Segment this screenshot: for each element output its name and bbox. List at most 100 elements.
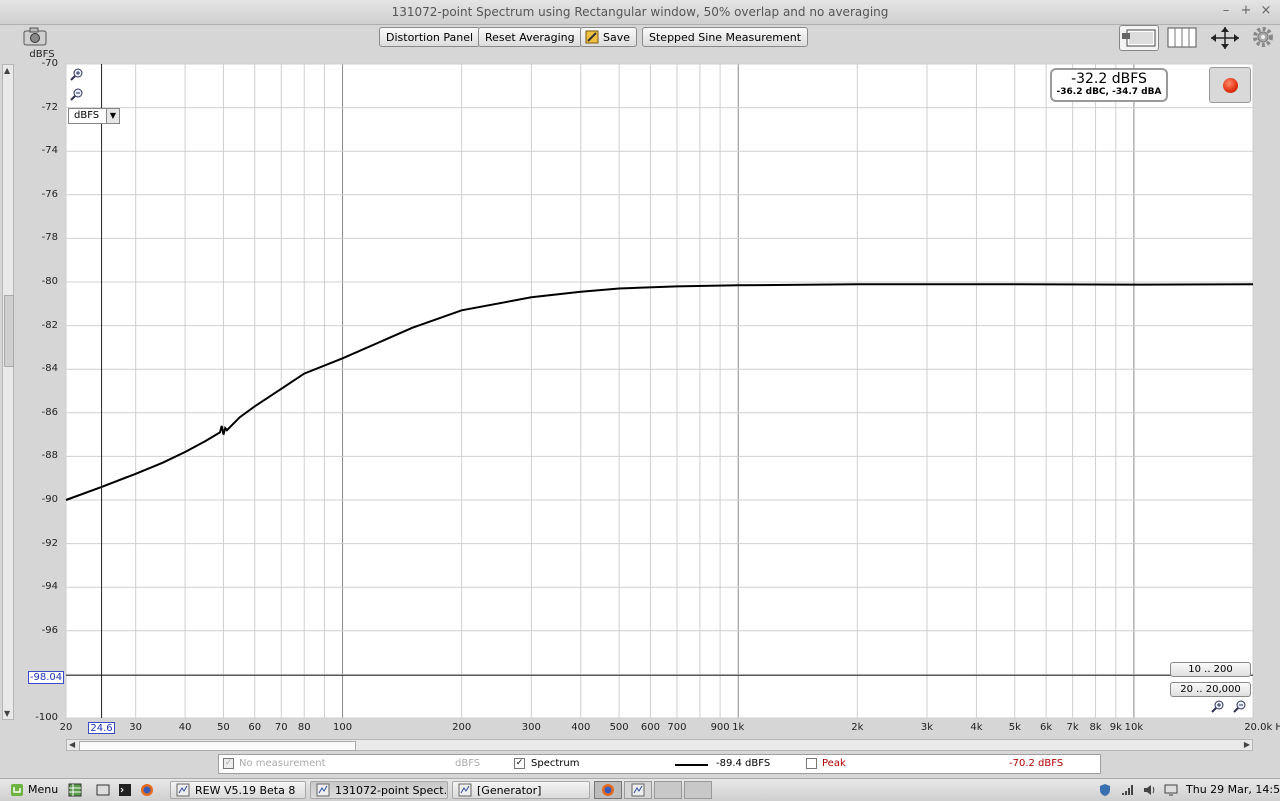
record-icon	[1223, 78, 1238, 93]
x-tick-label: 10k	[1124, 722, 1144, 733]
x-tick-label: 8k	[1089, 722, 1102, 733]
x-tick-label: 20.0k Hz	[1244, 722, 1280, 733]
firefox-icon[interactable]	[140, 783, 154, 797]
spectrum-checkbox[interactable]: ✓	[514, 758, 525, 769]
zoom-in-x-icon[interactable]	[1211, 700, 1225, 717]
record-button[interactable]	[1209, 67, 1251, 103]
x-tick-label: 9k	[1109, 722, 1122, 733]
start-menu-button[interactable]: Menu	[4, 781, 66, 799]
y-tick-label: -74	[41, 145, 58, 157]
x-tick-label: 40	[178, 722, 192, 733]
save-button[interactable]: Save	[580, 27, 638, 47]
workspace-2[interactable]	[624, 781, 652, 799]
zoom-out-y-icon[interactable]	[70, 88, 84, 105]
show-desktop-icon[interactable]	[96, 783, 110, 797]
save-icon	[585, 30, 599, 44]
zoom-in-y-icon[interactable]	[70, 68, 84, 85]
level-readout-value: -32.2 dBFS	[1071, 71, 1147, 87]
scroll-left-icon[interactable]: ◀	[69, 740, 75, 749]
x-tick-label: 2k	[851, 722, 864, 733]
display-icon[interactable]	[1164, 783, 1178, 797]
columns-icon[interactable]	[1166, 25, 1198, 51]
horizontal-scrollbar[interactable]: ◀ ▶	[66, 739, 1253, 751]
distortion-panel-button[interactable]: Distortion Panel	[379, 27, 481, 47]
taskbar-task-spectrum[interactable]: 131072-point Spect...	[310, 781, 448, 799]
y-tick-label: -84	[41, 363, 58, 375]
spectrum-value: -89.4 dBFS	[716, 758, 771, 769]
horizontal-scroll-thumb[interactable]	[79, 741, 356, 751]
firefox-icon	[602, 784, 614, 796]
peak-checkbox[interactable]	[806, 758, 817, 769]
toolbar: Distortion Panel Reset Averaging Save St…	[0, 25, 1280, 55]
rew-app-icon	[316, 783, 330, 797]
rew-app-icon	[631, 783, 645, 797]
unit-select-value: dBFS	[74, 110, 100, 121]
x-tick-label: 300	[521, 722, 541, 733]
taskbar-task-rew[interactable]: REW V5.19 Beta 8	[170, 781, 306, 799]
zoom-out-x-icon[interactable]	[1233, 700, 1247, 717]
taskbar-task-rew-label: REW V5.19 Beta 8	[195, 784, 296, 797]
range-10-200-button[interactable]: 10 .. 200	[1170, 662, 1251, 677]
x-tick-label: 100	[333, 722, 353, 733]
stepped-sine-button[interactable]: Stepped Sine Measurement	[642, 27, 809, 47]
terminal-icon[interactable]	[118, 783, 132, 797]
y-tick-label: -100	[35, 712, 58, 723]
network-signal-icon[interactable]	[1120, 783, 1134, 797]
workspace-3[interactable]	[654, 781, 682, 799]
range-20-20000-button[interactable]: 20 .. 20,000	[1170, 682, 1251, 697]
x-tick-label: 3k	[920, 722, 934, 733]
camera-icon[interactable]	[22, 25, 48, 51]
workspace-1[interactable]	[594, 781, 622, 799]
title-bar: 131072-point Spectrum using Rectangular …	[0, 0, 1280, 25]
maximize-button[interactable]: +	[1238, 3, 1254, 19]
x-tick-label: 700	[667, 722, 687, 733]
rew-app-icon	[176, 783, 190, 797]
clock: Thu 29 Mar, 14:53	[1186, 783, 1280, 796]
y-tick-label: -82	[41, 319, 58, 331]
y-tick-label: -78	[41, 232, 58, 244]
no-measurement-checkbox[interactable]: ✓	[223, 758, 234, 769]
window-title: 131072-point Spectrum using Rectangular …	[391, 5, 889, 19]
y-axis-unit: dBFS	[29, 49, 55, 60]
y-tick-label: -86	[41, 406, 58, 418]
chevron-down-icon[interactable]: ▼	[106, 109, 119, 123]
x-tick-label: 80	[297, 722, 311, 733]
y-tick-label: -76	[41, 188, 58, 200]
x-tick-label: 5k	[1008, 722, 1021, 733]
save-label: Save	[603, 31, 631, 44]
x-tick-label: 30	[129, 722, 143, 733]
scroll-right-icon[interactable]: ▶	[1244, 740, 1250, 749]
volume-icon[interactable]	[1142, 783, 1156, 797]
minimize-button[interactable]: –	[1218, 3, 1234, 19]
taskbar-task-generator[interactable]: [Generator]	[452, 781, 590, 799]
shield-icon[interactable]	[1098, 783, 1112, 797]
reset-averaging-button[interactable]: Reset Averaging	[478, 27, 582, 47]
y-tick-label: -90	[41, 494, 58, 505]
x-tick-label: 7k	[1066, 722, 1079, 733]
x-tick-label: 4k	[970, 722, 983, 733]
y-tick-label: -96	[41, 624, 58, 636]
x-tick-label: 6k	[1040, 722, 1053, 733]
x-tick-label: 500	[609, 722, 629, 733]
no-measurement-unit: dBFS	[455, 758, 481, 769]
legend-bar: ✓ No measurement dBFS ✓ Spectrum -89.4 d…	[218, 754, 1101, 774]
start-menu-label: Menu	[28, 783, 59, 796]
x-tick-label: 200	[452, 722, 472, 733]
x-tick-label: 50	[217, 722, 230, 733]
y-tick-label: -94	[41, 581, 58, 593]
sheet-launcher-icon[interactable]	[68, 783, 82, 797]
overlay-window-icon[interactable]	[1119, 25, 1159, 51]
level-readout: -32.2 dBFS -36.2 dBC, -34.7 dBA	[1050, 68, 1168, 102]
x-tick-label: 400	[571, 722, 591, 733]
close-button[interactable]: ×	[1258, 3, 1274, 19]
unit-select[interactable]: dBFS ▼	[68, 108, 120, 124]
settings-gear-icon[interactable]	[1251, 25, 1275, 51]
x-tick-label: 60	[248, 722, 262, 733]
mint-logo-icon	[11, 784, 23, 796]
y-tick-label: -92	[41, 537, 58, 549]
y-tick-label: -88	[41, 450, 58, 462]
y-tick-label: -80	[41, 276, 58, 287]
workspace-4[interactable]	[684, 781, 712, 799]
fit-arrows-icon[interactable]	[1207, 25, 1243, 51]
spectrum-plot[interactable]	[0, 55, 1280, 755]
